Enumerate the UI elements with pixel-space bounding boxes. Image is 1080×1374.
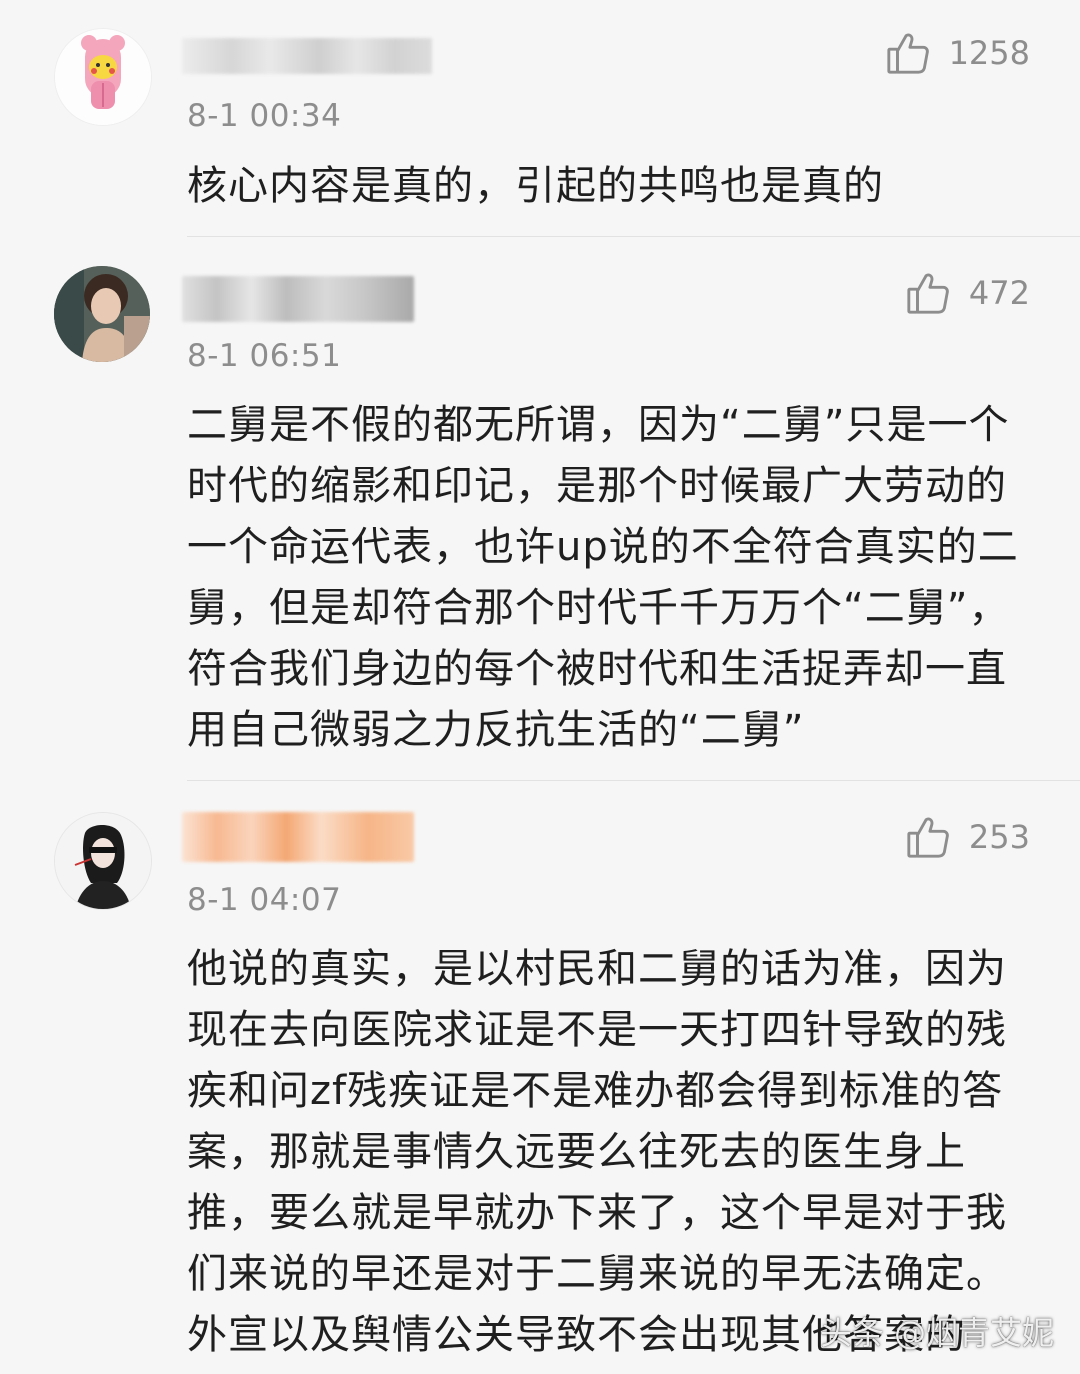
like-button[interactable]: 1258 xyxy=(885,30,1030,76)
comment-time: 8-1 00:34 xyxy=(187,98,342,134)
like-count: 472 xyxy=(968,274,1030,312)
divider xyxy=(187,780,1080,781)
divider xyxy=(187,236,1080,237)
avatar[interactable] xyxy=(54,28,152,126)
username-blurred[interactable] xyxy=(182,38,432,74)
username-blurred[interactable] xyxy=(182,812,414,862)
comment-time: 8-1 06:51 xyxy=(187,338,342,374)
comment-text: 二舅是不假的都无所谓，因为“二舅”只是一个时代的缩影和印记，是那个时候最广大劳动… xyxy=(187,402,1019,753)
username-blurred[interactable] xyxy=(182,276,414,322)
like-count: 253 xyxy=(968,818,1030,856)
like-count: 1258 xyxy=(948,34,1030,72)
avatar[interactable] xyxy=(54,266,150,362)
thumbs-up-icon xyxy=(907,273,949,314)
comment-text: 他说的真实，是以村民和二舅的话为准，因为现在去向医院求证是不是一天打四针导致的残… xyxy=(187,946,1007,1358)
like-button[interactable]: 253 xyxy=(905,814,1030,860)
avatar[interactable] xyxy=(54,812,152,910)
comment-text: 核心内容是真的，引起的共鸣也是真的 xyxy=(187,163,884,209)
comment-time: 8-1 04:07 xyxy=(187,882,342,918)
watermark: 头条 @烟青艾妮 xyxy=(819,1314,1054,1352)
thumbs-up-icon xyxy=(907,817,949,858)
thumbs-up-icon xyxy=(886,33,929,74)
comment-item: 8-1 00:34 1258 核心内容是真的，引起的共鸣也是真的 xyxy=(0,0,1080,237)
like-button[interactable]: 472 xyxy=(905,270,1030,316)
